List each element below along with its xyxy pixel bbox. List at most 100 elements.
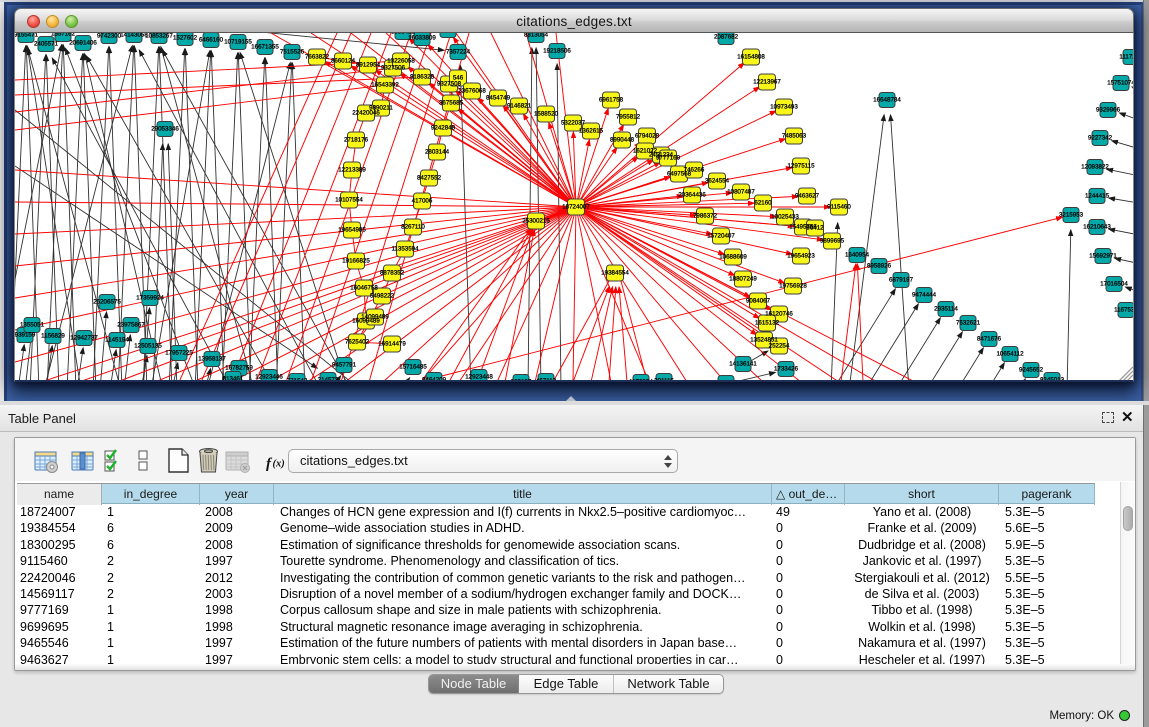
- svg-text:10688609: 10688609: [719, 254, 747, 261]
- svg-text:6961758: 6961758: [599, 97, 624, 104]
- svg-text:10807487: 10807487: [727, 189, 755, 196]
- svg-text:7955812: 7955812: [616, 114, 641, 121]
- svg-text:12213389: 12213389: [338, 167, 366, 174]
- svg-text:12505135: 12505135: [134, 343, 162, 350]
- svg-text:26206575: 26206575: [93, 299, 121, 306]
- svg-text:3215953: 3215953: [1059, 212, 1084, 219]
- svg-text:62160: 62160: [754, 200, 772, 207]
- svg-text:9463627: 9463627: [795, 193, 820, 200]
- svg-text:19654985: 19654985: [338, 227, 366, 234]
- svg-text:10853267: 10853267: [145, 33, 173, 40]
- svg-text:1186171: 1186171: [436, 33, 460, 34]
- svg-text:9327506: 9327506: [381, 65, 406, 72]
- svg-text:8454749: 8454749: [486, 95, 511, 102]
- svg-text:9115460: 9115460: [827, 204, 851, 211]
- svg-text:2087682: 2087682: [714, 34, 739, 41]
- svg-text:8267110: 8267110: [401, 224, 425, 231]
- svg-text:5498222: 5498222: [370, 293, 395, 300]
- svg-text:1362615: 1362615: [579, 128, 604, 135]
- svg-text:6794028: 6794028: [635, 133, 660, 140]
- svg-text:9242848: 9242848: [431, 125, 456, 132]
- svg-text:19218506: 19218506: [543, 48, 571, 55]
- svg-text:6879197: 6879197: [889, 277, 914, 284]
- svg-text:23975867: 23975867: [117, 322, 145, 329]
- svg-text:14136141: 14136141: [729, 361, 757, 368]
- svg-text:8912954: 8912954: [356, 62, 381, 69]
- svg-text:19166825: 19166825: [342, 258, 370, 265]
- svg-text:12923448: 12923448: [465, 374, 493, 381]
- svg-text:9245652: 9245652: [1019, 367, 1044, 374]
- svg-text:9155471: 9155471: [15, 33, 39, 39]
- svg-text:1117233: 1117233: [1119, 54, 1134, 61]
- svg-text:467112: 467112: [536, 378, 557, 383]
- svg-text:19384554: 19384554: [601, 270, 629, 277]
- svg-text:7485063: 7485063: [782, 133, 807, 140]
- svg-text:1355051: 1355051: [20, 322, 45, 329]
- svg-text:9227342: 9227342: [1088, 135, 1113, 142]
- svg-text:29053346: 29053346: [151, 126, 179, 133]
- svg-text:7986372: 7986372: [693, 213, 718, 220]
- svg-text:9084067: 9084067: [746, 298, 771, 305]
- svg-text:16154808: 16154808: [737, 54, 765, 61]
- svg-text:8464209: 8464209: [422, 377, 447, 383]
- svg-text:7357224: 7357224: [446, 49, 471, 56]
- svg-text:1156829: 1156829: [41, 333, 65, 340]
- svg-text:16914479: 16914479: [378, 341, 406, 348]
- svg-text:8186328: 8186328: [410, 74, 435, 81]
- svg-text:18807249: 18807249: [729, 276, 757, 283]
- svg-text:17016504: 17016504: [1100, 281, 1128, 288]
- svg-text:22420046: 22420046: [352, 110, 380, 117]
- svg-text:1244415: 1244415: [1085, 193, 1110, 200]
- svg-text:12942737: 12942737: [70, 335, 98, 342]
- svg-text:96412: 96412: [806, 225, 824, 232]
- svg-text:19654923: 19654923: [787, 253, 815, 260]
- svg-text:8245013: 8245013: [1040, 377, 1065, 383]
- svg-text:(x): (x): [273, 459, 285, 470]
- svg-text:993107: 993107: [511, 379, 532, 383]
- svg-text:546: 546: [453, 75, 464, 82]
- svg-text:23676068: 23676068: [458, 88, 486, 95]
- svg-text:10973493: 10973493: [770, 104, 798, 111]
- svg-text:7632621: 7632621: [956, 320, 981, 327]
- svg-text:1527602: 1527602: [173, 35, 198, 42]
- svg-text:15720407: 15720407: [707, 233, 735, 240]
- svg-text:16033809: 16033809: [408, 35, 436, 42]
- svg-text:1640954: 1640954: [845, 252, 870, 259]
- svg-text:9899695: 9899695: [820, 238, 845, 245]
- svg-text:18724007: 18724007: [562, 204, 590, 211]
- svg-text:16046758: 16046758: [350, 285, 378, 292]
- svg-text:16210643: 16210643: [1083, 224, 1111, 231]
- svg-text:16543392: 16543392: [371, 82, 399, 89]
- svg-text:9474444: 9474444: [912, 292, 937, 299]
- svg-text:813461: 813461: [223, 376, 244, 383]
- svg-text:5322037: 5322037: [561, 120, 586, 127]
- svg-text:8660124: 8660124: [331, 58, 356, 65]
- svg-text:7515526: 7515526: [280, 49, 305, 56]
- svg-text:13226058: 13226058: [387, 58, 415, 65]
- svg-text:8471676: 8471676: [977, 336, 1002, 343]
- svg-text:2405571: 2405571: [34, 41, 59, 48]
- svg-text:8878352: 8878352: [380, 270, 405, 277]
- svg-text:13958137: 13958137: [198, 356, 226, 363]
- svg-text:16782759: 16782759: [225, 365, 253, 372]
- svg-text:417006: 417006: [412, 198, 433, 205]
- svg-text:8813054: 8813054: [524, 33, 549, 39]
- svg-text:10025433: 10025433: [771, 214, 799, 221]
- svg-text:8958926: 8958926: [867, 263, 892, 270]
- svg-text:939159: 939159: [15, 332, 36, 339]
- svg-text:17359924: 17359924: [136, 295, 164, 302]
- svg-text:3675685: 3675685: [439, 100, 464, 107]
- svg-text:1588520: 1588520: [534, 111, 559, 118]
- svg-text:3624554: 3624554: [705, 178, 730, 185]
- svg-text:16671355: 16671355: [251, 44, 279, 51]
- svg-text:214573: 214573: [318, 377, 339, 383]
- svg-text:17957225: 17957225: [165, 350, 193, 357]
- svg-text:14099489: 14099489: [361, 314, 389, 321]
- svg-text:1733426: 1733426: [774, 366, 799, 373]
- svg-text:301115: 301115: [654, 378, 674, 383]
- svg-text:15716485: 15716485: [399, 364, 427, 371]
- svg-text:8990448: 8990448: [610, 137, 635, 144]
- svg-text:881237: 881237: [716, 380, 737, 383]
- svg-text:8427552: 8427552: [417, 175, 442, 182]
- svg-text:10107554: 10107554: [335, 197, 363, 204]
